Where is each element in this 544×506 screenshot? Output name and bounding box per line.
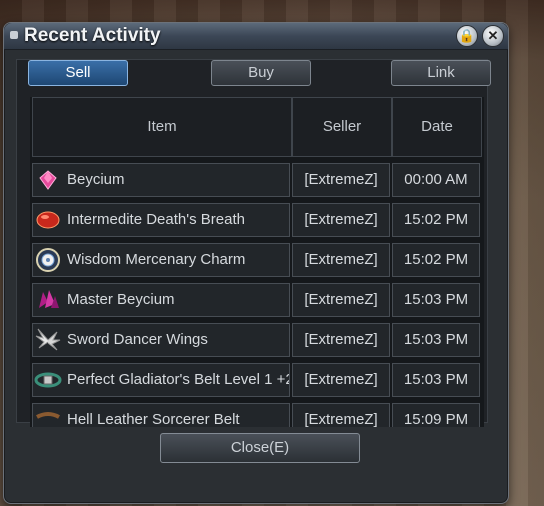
item-name: Perfect Gladiator's Belt Level 1 +2 [67,371,290,388]
item-name: Hell Leather Sorcerer Belt [67,411,240,427]
date-cell: 15:02 PM [392,243,480,277]
seller-cell: [ExtremeZ] [292,163,390,197]
date-cell: 15:03 PM [392,283,480,317]
tab-link[interactable]: Link [391,60,491,86]
seller-cell: [ExtremeZ] [292,283,390,317]
recent-activity-window: Recent Activity 🔒 ✕ Sell Buy Link Item S… [3,22,509,504]
item-name: Master Beycium [67,291,175,308]
tab-buy[interactable]: Buy [211,60,311,86]
seller-cell: [ExtremeZ] [292,363,390,397]
table-row[interactable]: Intermedite Death's Breath [32,203,290,237]
item-name: Wisdom Mercenary Charm [67,251,246,268]
close-icon[interactable]: ✕ [482,25,504,47]
item-name: Intermedite Death's Breath [67,211,245,228]
leather-belt-icon [33,404,63,427]
date-cell: 15:02 PM [392,203,480,237]
red-orb-icon [33,204,63,236]
table-row[interactable]: Hell Leather Sorcerer Belt [32,403,290,427]
date-cell: 15:03 PM [392,363,480,397]
seller-cell: [ExtremeZ] [292,323,390,357]
magenta-crystal-icon [33,284,63,316]
tab-sell[interactable]: Sell [28,60,128,86]
column-header-seller[interactable]: Seller [292,97,392,157]
date-cell: 00:00 AM [392,163,480,197]
window-title: Recent Activity [24,25,161,46]
seller-cell: [ExtremeZ] [292,243,390,277]
column-header-item[interactable]: Item [32,97,292,157]
table-row[interactable]: Perfect Gladiator's Belt Level 1 +2 [32,363,290,397]
title-decoration-icon [10,31,18,39]
belt-icon [33,364,63,396]
window-titlebar[interactable]: Recent Activity 🔒 ✕ [4,23,508,50]
close-button[interactable]: Close(E) [160,433,360,463]
date-cell: 15:09 PM [392,403,480,427]
seller-cell: [ExtremeZ] [292,203,390,237]
activity-table[interactable]: Item Seller Date Beycium [ExtremeZ] 00:0… [30,97,484,427]
charm-icon [33,244,63,276]
pink-gem-icon [33,164,63,196]
table-row[interactable]: Beycium [32,163,290,197]
item-name: Sword Dancer Wings [67,331,208,348]
wings-icon [33,324,63,356]
column-header-date[interactable]: Date [392,97,482,157]
table-row[interactable]: Wisdom Mercenary Charm [32,243,290,277]
seller-cell: [ExtremeZ] [292,403,390,427]
table-row[interactable]: Master Beycium [32,283,290,317]
table-row[interactable]: Sword Dancer Wings [32,323,290,357]
date-cell: 15:03 PM [392,323,480,357]
item-name: Beycium [67,171,125,188]
lock-icon[interactable]: 🔒 [456,25,478,47]
